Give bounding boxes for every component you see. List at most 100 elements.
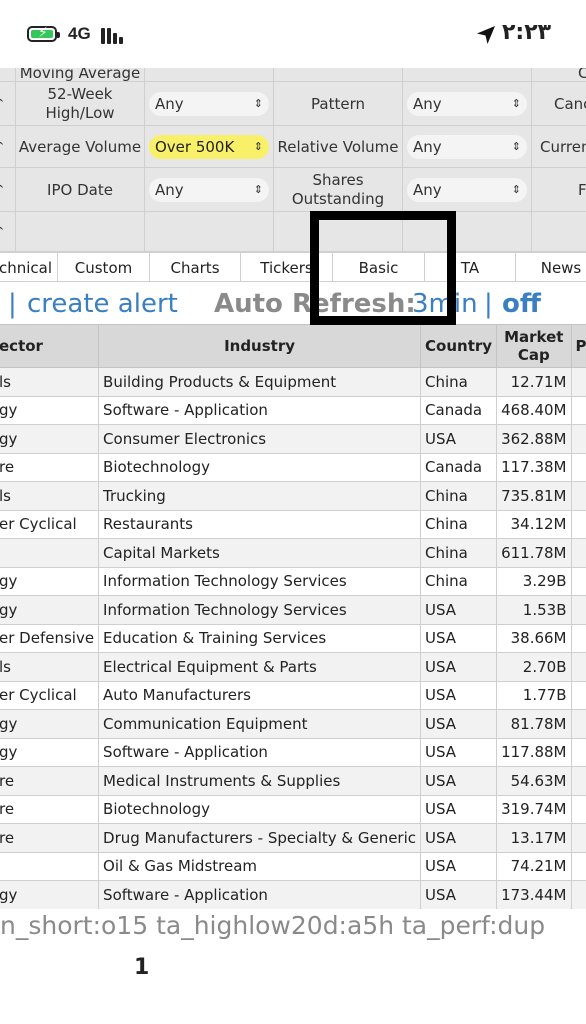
cell-industry[interactable]: Trucking: [98, 481, 422, 511]
cell-industry[interactable]: Biotechnology: [98, 452, 422, 482]
select-pattern[interactable]: Any ⇕: [407, 92, 527, 116]
cell-industry[interactable]: Oil & Gas Midstream: [98, 851, 422, 881]
cell-industry[interactable]: Restaurants: [98, 509, 422, 539]
cell-market-cap: 362.88M: [496, 424, 572, 454]
tab-news[interactable]: News: [516, 253, 586, 281]
cell-industry[interactable]: Capital Markets: [98, 538, 422, 568]
cell-industry[interactable]: Medical Instruments & Supplies: [98, 766, 422, 796]
cell-country: USA: [420, 424, 498, 454]
cell-pe: -: [570, 623, 586, 653]
cell-industry[interactable]: Biotechnology: [98, 794, 422, 824]
cell-market-cap: 173.44M: [496, 880, 572, 909]
filter-query-string: n_short:o15 ta_highlow20d:a5h ta_perf:du…: [0, 911, 546, 940]
tab-charts[interactable]: Charts: [150, 253, 241, 281]
cell-sector[interactable]: re: [0, 823, 100, 853]
table-row[interactable]: gySoftware - ApplicationCanada468.40M-: [0, 395, 586, 425]
cell-sector[interactable]: gy: [0, 566, 100, 596]
table-row[interactable]: ls Building Products & Equipment China 12.7…: [0, 367, 586, 397]
filter-label-cell: Average Volume: [16, 126, 145, 168]
cell-market-cap: 1.53B: [496, 595, 572, 625]
select-relative-volume[interactable]: Any ⇕: [407, 135, 527, 159]
header-industry[interactable]: Industry: [98, 324, 422, 368]
cell-industry[interactable]: Auto Manufacturers: [98, 680, 422, 710]
cell-sector[interactable]: gy: [0, 737, 100, 767]
filter-label-float: F: [578, 181, 586, 199]
header-sector[interactable]: ector: [0, 324, 100, 368]
table-row[interactable]: lsTruckingChina735.81M-: [0, 481, 586, 511]
filter-cell: [274, 68, 403, 82]
cell-sector[interactable]: [0, 538, 100, 568]
cell-market-cap: 74.21M: [496, 851, 572, 881]
status-bar: ⚡ 4G ٢:٢٣: [0, 0, 586, 68]
create-alert-link[interactable]: create alert: [27, 284, 178, 324]
select-ipo-date[interactable]: Any ⇕: [149, 178, 269, 202]
cell-sector[interactable]: re: [0, 766, 100, 796]
chevron-updown-icon[interactable]: ⌃: [0, 92, 8, 116]
table-row[interactable]: reBiotechnologyUSA319.74M-: [0, 794, 586, 824]
chevron-updown-icon[interactable]: ⌃: [0, 220, 8, 244]
cell-industry[interactable]: Software - Application: [98, 880, 422, 909]
header-country[interactable]: Country: [420, 324, 498, 368]
cell-industry[interactable]: Consumer Electronics: [98, 424, 422, 454]
cell-industry[interactable]: Drug Manufacturers - Specialty & Generic: [98, 823, 422, 853]
refresh-off-link[interactable]: off: [502, 284, 541, 324]
cell-industry[interactable]: Building Products & Equipment: [98, 367, 422, 397]
filter-select-cell: Any ⇕: [145, 82, 274, 126]
cell-industry[interactable]: Software - Application: [98, 737, 422, 767]
cell-industry[interactable]: Electrical Equipment & Parts: [98, 652, 422, 682]
cell-country: USA: [420, 623, 498, 653]
filter-select-cell: Any ⇕: [145, 168, 274, 212]
cell-sector[interactable]: ls: [0, 367, 100, 397]
header-market-cap[interactable]: Market Cap: [496, 324, 572, 368]
cell-industry[interactable]: Information Technology Services: [98, 566, 422, 596]
cell-sector[interactable]: gy: [0, 424, 100, 454]
cell-industry[interactable]: Information Technology Services: [98, 595, 422, 625]
battery-charging-icon: ⚡: [27, 25, 60, 42]
cell-sector[interactable]: gy: [0, 595, 100, 625]
cell-industry[interactable]: Software - Application: [98, 395, 422, 425]
table-row[interactable]: reBiotechnologyCanada117.38M-: [0, 452, 586, 482]
cell-sector[interactable]: ls: [0, 481, 100, 511]
table-row[interactable]: Capital MarketsChina611.78M-: [0, 538, 586, 568]
cell-market-cap: 468.40M: [496, 395, 572, 425]
cell-sector[interactable]: er Cyclical: [0, 680, 100, 710]
header-pe[interactable]: P/E: [570, 324, 586, 368]
select-shares-outstanding[interactable]: Any ⇕: [407, 178, 527, 202]
highlight-box-overlay: [310, 211, 456, 325]
select-52week-high-low[interactable]: Any ⇕: [149, 92, 269, 116]
page-number[interactable]: 1: [134, 955, 149, 980]
cell-sector[interactable]: gy: [0, 880, 100, 909]
tab-custom[interactable]: Custom: [58, 253, 150, 281]
cell-sector[interactable]: gy: [0, 395, 100, 425]
table-row[interactable]: gyCommunication EquipmentUSA81.78M-: [0, 709, 586, 739]
table-row[interactable]: re Medical Instruments & Supplies USA 54.63…: [0, 766, 586, 796]
cell-sector[interactable]: re: [0, 794, 100, 824]
cell-sector[interactable]: ls: [0, 652, 100, 682]
table-row[interactable]: re Drug Manufacturers - Specialty & Gener…: [0, 823, 586, 853]
select-average-volume[interactable]: Over 500K ⇕: [149, 135, 269, 159]
table-row[interactable]: gyConsumer ElectronicsUSA362.88M-: [0, 424, 586, 454]
chevron-updown-icon[interactable]: ⌃: [0, 178, 8, 202]
table-row[interactable]: Oil & Gas MidstreamUSA74.21M-: [0, 851, 586, 881]
table-row[interactable]: gy Information Technology Services USA 1.53…: [0, 595, 586, 625]
filter-cell: [145, 68, 274, 82]
table-row[interactable]: gySoftware - ApplicationUSA173.44M-: [0, 880, 586, 909]
cell-sector[interactable]: er Defensive: [0, 623, 100, 653]
chevron-updown-icon[interactable]: ⌃: [0, 135, 8, 159]
table-row[interactable]: lsElectrical Equipment & PartsUSA2.70B-: [0, 652, 586, 682]
cell-industry[interactable]: Communication Equipment: [98, 709, 422, 739]
cell-market-cap: 34.12M: [496, 509, 572, 539]
cell-sector[interactable]: gy: [0, 709, 100, 739]
table-row[interactable]: er Defensive Education & Training Service…: [0, 623, 586, 653]
cell-sector[interactable]: [0, 851, 100, 881]
cell-industry[interactable]: Education & Training Services: [98, 623, 422, 653]
table-row[interactable]: gy Information Technology Services China 3.…: [0, 566, 586, 596]
cell-sector[interactable]: re: [0, 452, 100, 482]
tab-technical[interactable]: chnical: [0, 253, 58, 281]
table-row[interactable]: er CyclicalAuto ManufacturersUSA1.77B-: [0, 680, 586, 710]
table-row[interactable]: gySoftware - ApplicationUSA117.88M-: [0, 737, 586, 767]
cell-country: USA: [420, 880, 498, 909]
cell-sector[interactable]: er Cyclical: [0, 509, 100, 539]
chevron-updown-icon: ⇕: [511, 140, 521, 153]
table-row[interactable]: er CyclicalRestaurantsChina34.12M-: [0, 509, 586, 539]
